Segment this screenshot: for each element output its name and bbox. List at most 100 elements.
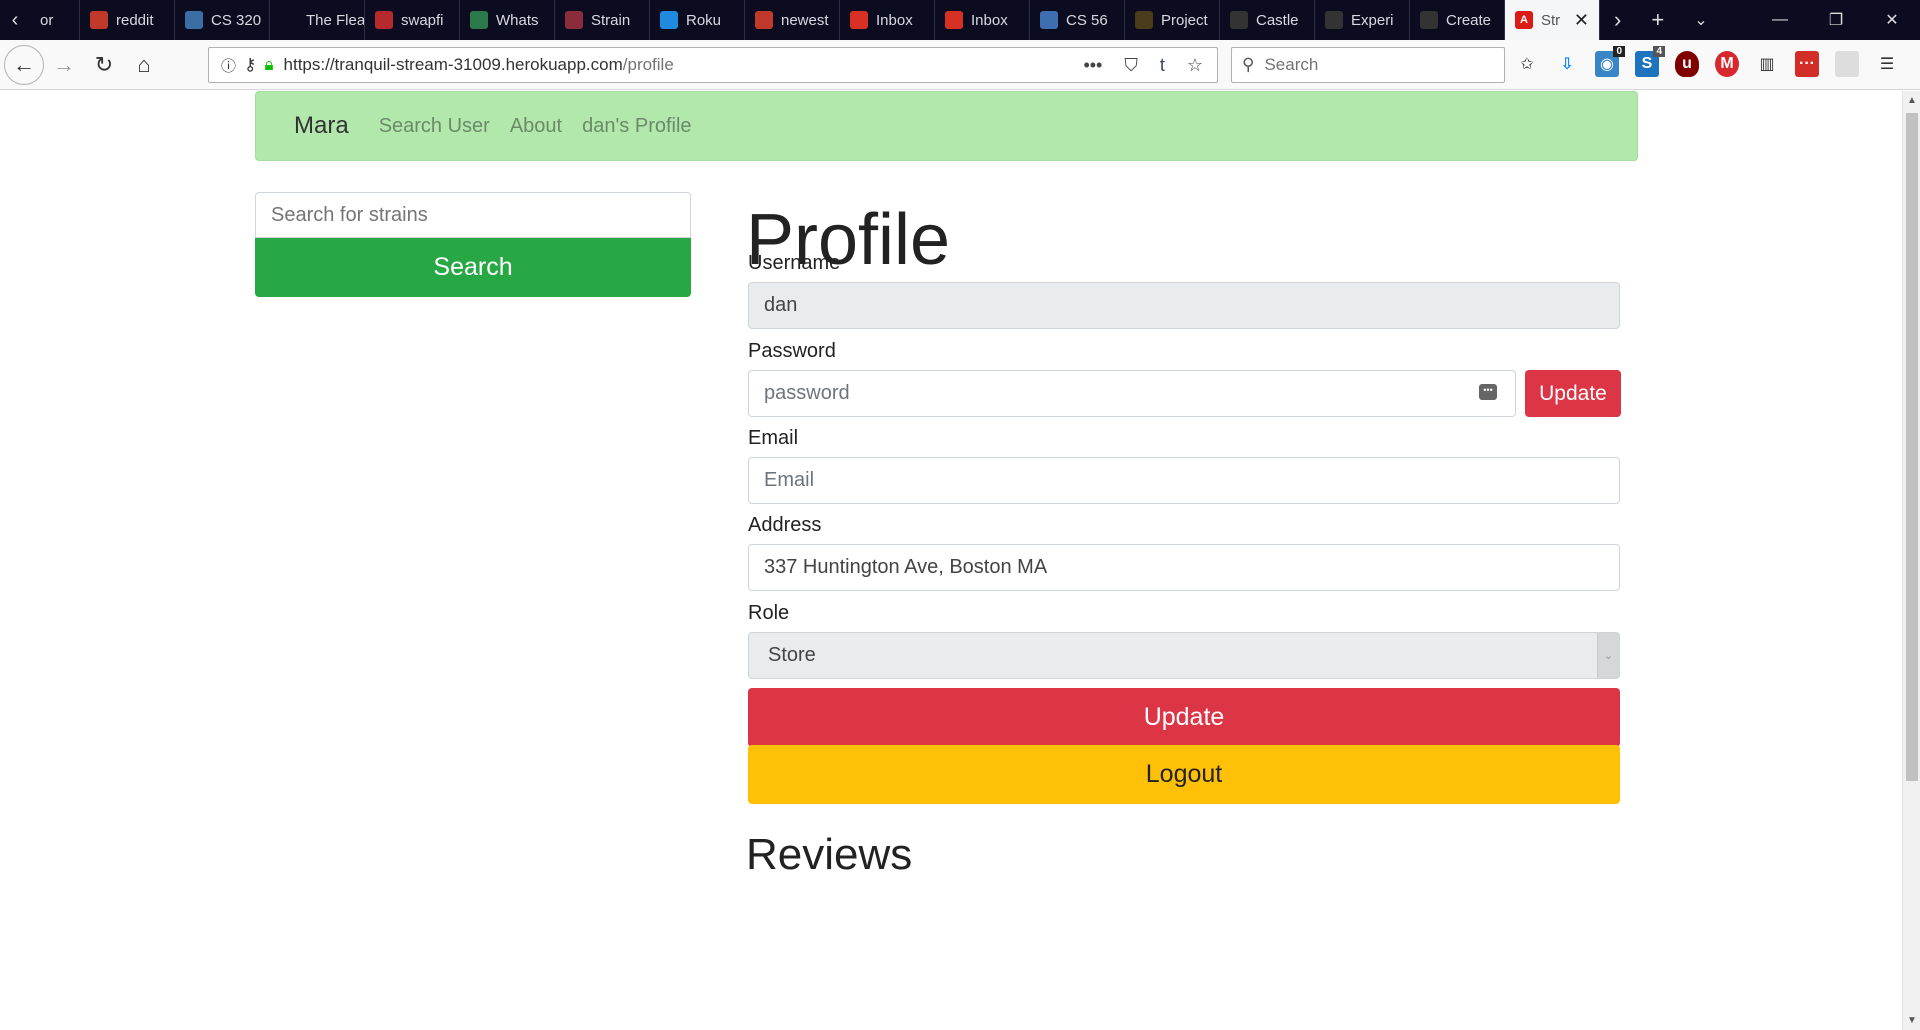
tab-6[interactable]: Strain <box>555 0 650 40</box>
mega-icon[interactable]: M <box>1715 51 1739 77</box>
tab-4[interactable]: swapfi <box>365 0 460 40</box>
tab-9[interactable]: Inbox <box>840 0 935 40</box>
tab-favicon-icon <box>660 11 678 29</box>
role-select[interactable]: Store ⌄ <box>748 632 1620 679</box>
nav-link-about[interactable]: About <box>510 115 562 138</box>
new-tab-icon[interactable]: + <box>1651 7 1664 33</box>
tab-label: Inbox <box>876 11 913 29</box>
tab-favicon-icon <box>1135 11 1153 29</box>
url-path: /profile <box>622 55 674 74</box>
info-icon[interactable]: ⓘ <box>221 55 236 76</box>
chevron-down-icon: ⌄ <box>1597 633 1619 678</box>
tab-favicon-icon <box>755 11 773 29</box>
nav-link-search-user[interactable]: Search User <box>379 115 490 138</box>
home-button[interactable]: ⌂ <box>124 45 164 85</box>
tab-13[interactable]: Castle <box>1220 0 1315 40</box>
reviews-heading: Reviews <box>746 830 913 879</box>
sidebar-icon[interactable]: ▥ <box>1755 51 1779 77</box>
scroll-tabs-left-icon[interactable]: ‹ <box>0 0 30 40</box>
key-icon[interactable]: ⚷ <box>244 55 256 75</box>
list-all-tabs-icon[interactable]: ⌄ <box>1694 10 1707 30</box>
password-label: Password <box>748 340 836 362</box>
tab-favicon-icon <box>185 11 203 29</box>
tab-favicon-icon <box>375 11 393 29</box>
tab-label: Roku <box>686 11 722 29</box>
forward-button[interactable]: → <box>44 45 84 85</box>
tab-8[interactable]: newest <box>745 0 840 40</box>
tab-label: CS 56 <box>1066 11 1108 29</box>
tab-active[interactable]: A Str ✕ <box>1505 0 1600 40</box>
strain-search-button[interactable]: Search <box>255 238 691 297</box>
address-label: Address <box>748 514 822 536</box>
tumblr-icon[interactable]: t <box>1160 55 1165 76</box>
angular-favicon-icon: A <box>1515 11 1533 29</box>
bookmark-star-icon[interactable]: ☆ <box>1187 55 1203 76</box>
strain-search-input[interactable] <box>255 192 691 238</box>
tab-12[interactable]: Project <box>1125 0 1220 40</box>
minimize-window-icon[interactable]: — <box>1752 11 1808 29</box>
username-label: Username <box>748 252 841 274</box>
logout-button[interactable]: Logout <box>748 745 1620 804</box>
skype-icon[interactable]: S4 <box>1635 46 1665 77</box>
tab-label: or <box>40 11 54 29</box>
tab-0[interactable]: or <box>30 0 80 40</box>
bookmarks-icon[interactable]: ✩ <box>1515 51 1539 77</box>
page-scrollbar[interactable]: ▲ ▼ <box>1902 91 1920 1030</box>
pocket-icon[interactable]: ⛉ <box>1124 55 1138 76</box>
scrollbar-thumb[interactable] <box>1906 113 1918 781</box>
menu-icon[interactable]: ☰ <box>1875 51 1899 77</box>
restore-window-icon[interactable]: ❐ <box>1808 10 1864 30</box>
close-window-icon[interactable]: ✕ <box>1864 10 1920 30</box>
tab-label: Inbox <box>971 11 1008 29</box>
url-bar[interactable]: ⓘ ⚷ 🔒︎ https://tranquil-stream-31009.her… <box>208 47 1218 83</box>
email-field[interactable]: Email <box>748 457 1620 504</box>
tab-5[interactable]: Whats <box>460 0 555 40</box>
tab-10[interactable]: Inbox <box>935 0 1030 40</box>
tab-15[interactable]: Create <box>1410 0 1505 40</box>
ublock-icon[interactable]: u <box>1675 51 1699 77</box>
tab-label: CS 320 <box>211 11 262 29</box>
update-button[interactable]: Update <box>748 688 1620 747</box>
tab-favicon-icon <box>1040 11 1058 29</box>
nav-link-profile[interactable]: dan's Profile <box>582 115 691 138</box>
page-actions-icon[interactable]: ••• <box>1083 55 1102 76</box>
extension-icon[interactable] <box>1835 51 1859 77</box>
tab-1[interactable]: reddit <box>80 0 175 40</box>
lock-icon[interactable]: 🔒︎ <box>264 55 273 75</box>
extension-notification-icon[interactable]: ◉ 0 <box>1595 46 1625 77</box>
back-button[interactable]: ← <box>4 44 44 85</box>
page-viewport: Mara Search User About dan's Profile Sea… <box>0 91 1902 1030</box>
close-tab-icon[interactable]: ✕ <box>1574 10 1589 31</box>
downloads-icon[interactable]: ⇩ <box>1555 51 1579 77</box>
tab-3[interactable]: The Flea at <box>270 0 365 40</box>
search-placeholder: Search <box>1264 55 1319 74</box>
tab-favicon-icon <box>1325 11 1343 29</box>
url-host: https://tranquil-stream-31009.herokuapp.… <box>283 55 623 74</box>
tab-label: Strain <box>591 11 631 29</box>
reload-button[interactable]: ↻ <box>84 45 124 85</box>
search-bar[interactable]: ⚲ Search <box>1231 47 1505 83</box>
brand-link[interactable]: Mara <box>294 112 349 140</box>
password-placeholder: password <box>764 382 850 404</box>
scroll-up-icon[interactable]: ▲ <box>1907 95 1917 106</box>
site-navbar: Mara Search User About dan's Profile <box>255 91 1638 161</box>
search-icon: ⚲ <box>1242 55 1255 74</box>
email-label: Email <box>748 427 799 449</box>
role-value: Store <box>768 644 816 666</box>
tab-label: Castle <box>1256 11 1299 29</box>
tab-label: Create <box>1446 11 1492 29</box>
address-field[interactable]: 337 Huntington Ave, Boston MA <box>748 544 1620 591</box>
tab-label: Project <box>1161 11 1208 29</box>
lastpass-icon[interactable]: ··· <box>1795 51 1819 77</box>
badge-count: 0 <box>1613 46 1625 57</box>
scroll-down-icon[interactable]: ▼ <box>1907 1015 1917 1026</box>
password-update-button[interactable]: Update <box>1525 370 1621 417</box>
tab-2[interactable]: CS 320 <box>175 0 270 40</box>
email-placeholder: Email <box>764 469 815 491</box>
tab-7[interactable]: Roku <box>650 0 745 40</box>
password-field[interactable]: password ••• <box>748 370 1516 417</box>
tab-11[interactable]: CS 56 <box>1030 0 1125 40</box>
tab-14[interactable]: Experi <box>1315 0 1410 40</box>
password-manager-icon[interactable]: ••• <box>1479 384 1497 400</box>
scroll-tabs-right-icon[interactable]: › <box>1614 7 1621 33</box>
